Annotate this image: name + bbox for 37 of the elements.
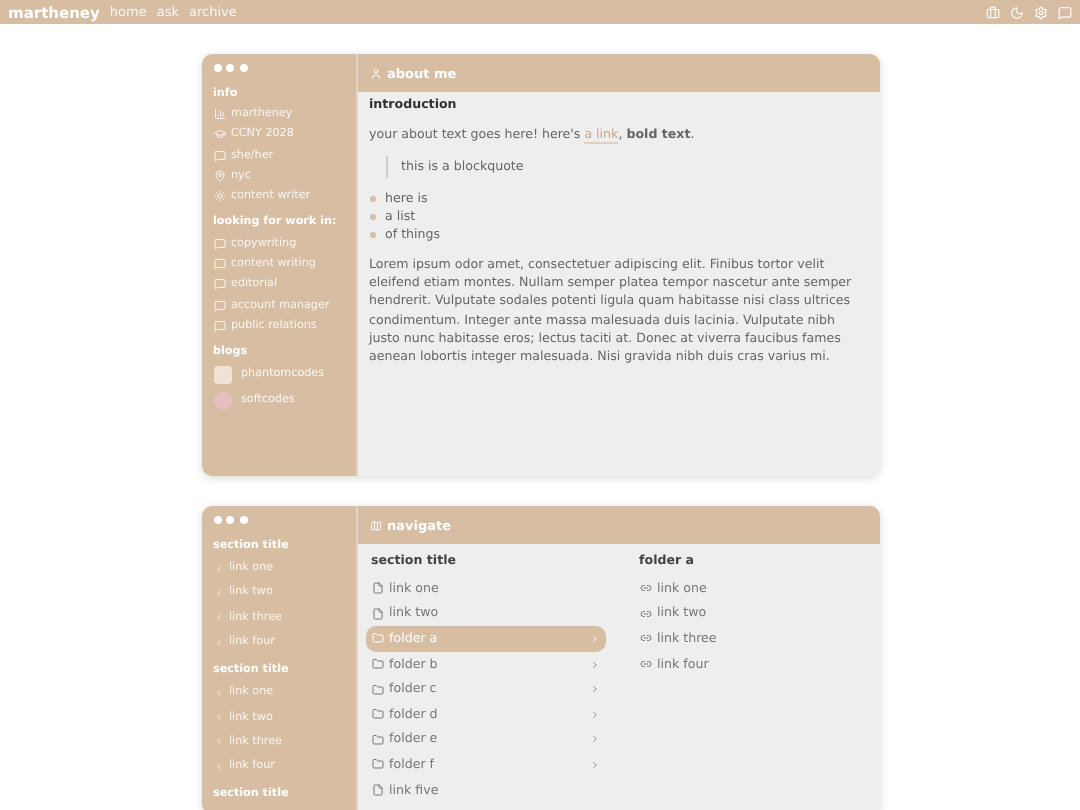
window-dots-icon (213, 516, 247, 524)
bullet-icon (369, 232, 375, 239)
folder-icon (371, 683, 383, 696)
chat-icon[interactable] (1058, 5, 1072, 19)
caret-icon (213, 736, 223, 747)
chevron-icon (589, 633, 599, 644)
chevron-icon (589, 659, 599, 670)
folder-icon (371, 658, 383, 671)
caret-icon (213, 687, 223, 698)
chevron-icon (589, 684, 599, 695)
bullet-icon (369, 214, 375, 221)
folder-icon (371, 733, 383, 746)
caret-icon (213, 761, 223, 772)
link-icon (639, 658, 651, 671)
window-dots-icon (213, 64, 247, 72)
caret-icon (213, 612, 223, 623)
caret-icon (213, 637, 223, 648)
folder-icon (371, 758, 383, 771)
file-icon (371, 582, 383, 595)
chevron-icon (589, 709, 599, 720)
folder-icon (371, 708, 383, 721)
caret-icon (213, 712, 223, 723)
link-icon (639, 607, 651, 620)
link-icon (639, 582, 651, 595)
user-icon (369, 67, 381, 79)
caret-icon (213, 563, 223, 574)
caret-icon (213, 587, 223, 598)
chevron-icon (589, 734, 599, 745)
file-icon (371, 784, 383, 797)
bullet-icon (369, 196, 375, 203)
file-icon (371, 607, 383, 620)
settings-icon[interactable] (1034, 5, 1048, 19)
chevron-icon (589, 759, 599, 770)
moon-icon[interactable] (1010, 5, 1024, 19)
link-icon (639, 632, 651, 645)
map-icon (369, 519, 381, 531)
folder-icon (371, 632, 383, 645)
